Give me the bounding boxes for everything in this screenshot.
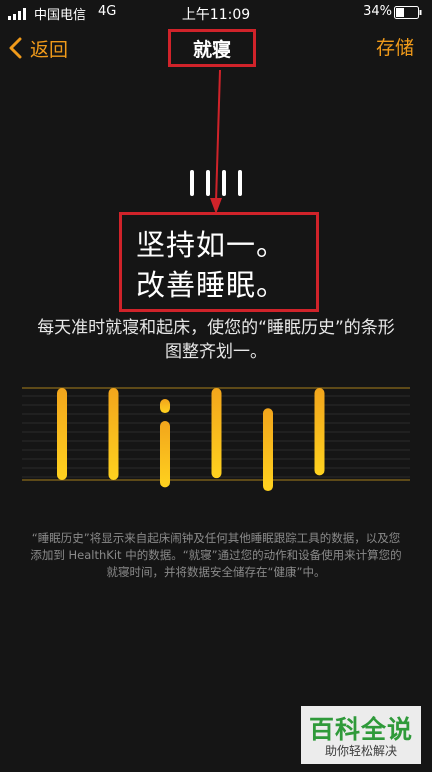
- headline: 坚持如一。 改善睡眠。: [119, 212, 319, 312]
- watermark-title: 百科全说: [308, 715, 413, 744]
- bedtime-screen: 中国电信 4G 上午11:09 34% 返回 就寝 存储 坚持如一。 改善睡眠。…: [0, 0, 432, 772]
- chart-bar: [211, 388, 222, 479]
- chart-bar: [314, 388, 325, 476]
- sleep-history-chart: [22, 387, 410, 492]
- save-button[interactable]: 存储: [376, 34, 414, 62]
- headline-line-1: 坚持如一。: [136, 228, 287, 262]
- chevron-left-icon: [9, 37, 22, 59]
- back-label: 返回: [30, 38, 69, 61]
- page-title: 就寝: [168, 29, 256, 67]
- battery-icon: [394, 6, 422, 19]
- footnote-text: “睡眠历史”将显示来自起床闹钟及任何其他睡眠跟踪工具的数据，以及您添加到 Hea…: [30, 531, 402, 579]
- chart-bar: [263, 408, 273, 492]
- watermark-subtitle: 助你轻松解决: [324, 744, 397, 758]
- chart-bar-segment: [160, 399, 170, 414]
- page-title-text: 就寝: [192, 38, 231, 61]
- status-bar: 中国电信 4G 上午11:09 34%: [0, 0, 432, 26]
- headline-line-2: 改善睡眠。: [136, 268, 287, 302]
- back-button[interactable]: 返回: [8, 34, 68, 62]
- watermark-logo: 百科全说 助你轻松解决: [301, 706, 421, 764]
- chart-bar: [160, 421, 170, 488]
- chart-bar: [57, 388, 67, 480]
- navigation-bar: 返回 就寝 存储: [0, 26, 432, 70]
- bedtime-bars-icon: [190, 170, 242, 196]
- chart-bar: [108, 388, 119, 480]
- description-text: 每天准时就寝和起床，使您的“睡眠历史”的条形图整齐划一。: [37, 318, 395, 362]
- battery-percentage: 34%: [363, 4, 392, 19]
